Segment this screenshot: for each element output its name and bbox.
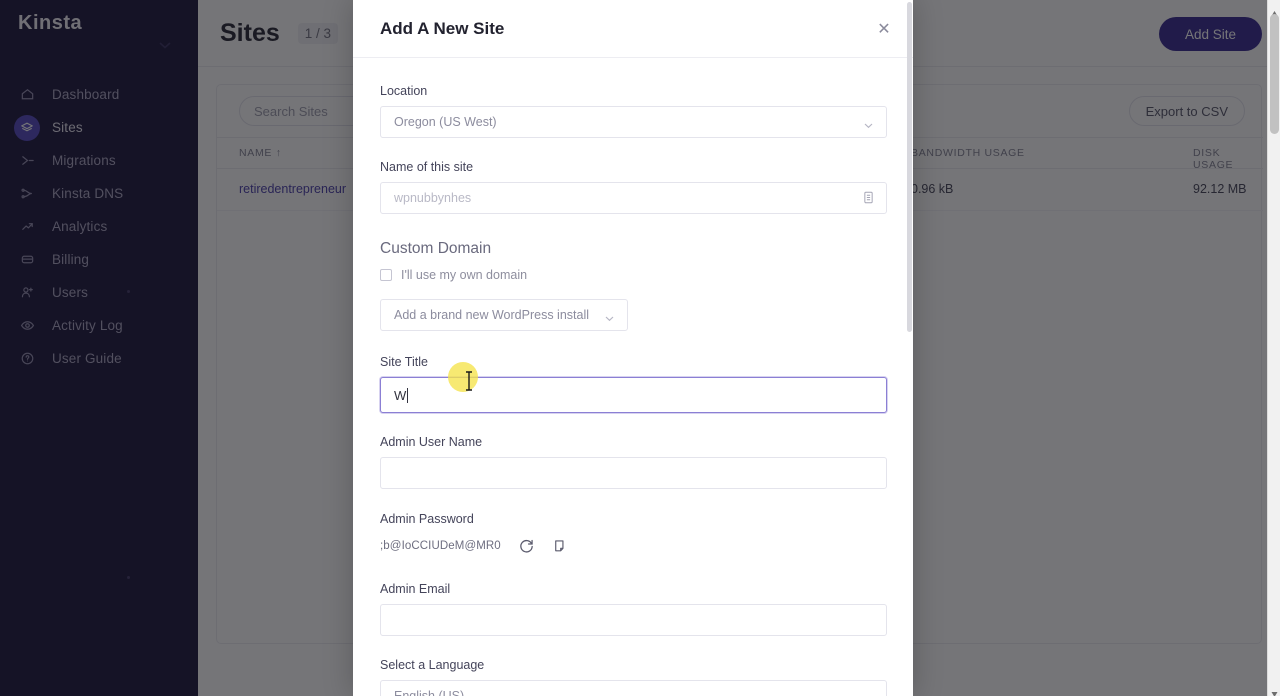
admin-password-value: ;b@IoCCIUDeM@MR0 xyxy=(380,540,490,552)
field-admin-user-name: Admin User Name xyxy=(380,435,886,489)
copy-icon[interactable] xyxy=(548,534,572,558)
modal-header: Add A New Site ✕ xyxy=(353,0,913,58)
field-admin-password: Admin Password ;b@IoCCIUDeM@MR0 xyxy=(380,512,886,558)
language-label: Select a Language xyxy=(380,658,886,672)
kinsta-app-window: Kinsta Dashboard xyxy=(0,0,1280,696)
use-own-domain-checkbox[interactable] xyxy=(380,269,392,281)
admin-user-name-label: Admin User Name xyxy=(380,435,886,449)
admin-password-label: Admin Password xyxy=(380,512,886,526)
field-location: Location Oregon (US West) xyxy=(380,84,886,138)
location-label: Location xyxy=(380,84,886,98)
install-type-value: Add a brand new WordPress install xyxy=(381,308,589,322)
section-custom-domain: Custom Domain I'll use my own domain Add… xyxy=(380,240,886,331)
chevron-down-icon xyxy=(604,311,615,322)
site-title-value: W xyxy=(394,388,406,403)
use-own-domain-label: I'll use my own domain xyxy=(401,268,527,282)
scroll-up-arrow-icon[interactable] xyxy=(1271,4,1278,11)
site-name-input[interactable]: wpnubbynhes xyxy=(380,182,887,214)
admin-password-row: ;b@IoCCIUDeM@MR0 xyxy=(380,534,886,558)
text-caret xyxy=(407,388,408,403)
modal-scrollbar[interactable] xyxy=(906,0,913,696)
close-icon[interactable]: ✕ xyxy=(873,19,895,41)
install-type-select[interactable]: Add a brand new WordPress install xyxy=(380,299,628,331)
chevron-down-icon xyxy=(863,692,874,696)
admin-email-input[interactable] xyxy=(380,604,887,636)
site-name-label: Name of this site xyxy=(380,160,886,174)
modal-scrollbar-thumb[interactable] xyxy=(907,2,912,332)
modal-body: Location Oregon (US West) Name of this s… xyxy=(353,84,913,696)
site-title-input[interactable]: W xyxy=(380,377,887,413)
add-new-site-modal: Add A New Site ✕ Location Oregon (US Wes… xyxy=(353,0,913,696)
modal-title: Add A New Site xyxy=(380,19,504,39)
location-value: Oregon (US West) xyxy=(381,115,497,129)
chevron-down-icon xyxy=(863,118,874,129)
site-name-value: wpnubbynhes xyxy=(381,191,471,205)
custom-domain-checkbox-row[interactable]: I'll use my own domain xyxy=(380,268,886,282)
custom-domain-heading: Custom Domain xyxy=(380,240,886,258)
copy-icon[interactable] xyxy=(862,190,875,210)
admin-email-label: Admin Email xyxy=(380,582,886,596)
field-site-name: Name of this site wpnubbynhes xyxy=(380,160,886,214)
field-admin-email: Admin Email xyxy=(380,582,886,636)
page-scrollbar-thumb[interactable] xyxy=(1270,14,1279,134)
language-value: English (US) xyxy=(381,689,464,696)
scroll-down-arrow-icon[interactable] xyxy=(1271,685,1278,692)
field-site-title: Site Title W xyxy=(380,355,886,413)
admin-user-name-input[interactable] xyxy=(380,457,887,489)
page-scrollbar[interactable] xyxy=(1267,0,1280,696)
location-select[interactable]: Oregon (US West) xyxy=(380,106,887,138)
refresh-icon[interactable] xyxy=(514,534,538,558)
field-language: Select a Language English (US) xyxy=(380,658,886,696)
language-select[interactable]: English (US) xyxy=(380,680,887,696)
site-title-label: Site Title xyxy=(380,355,886,369)
